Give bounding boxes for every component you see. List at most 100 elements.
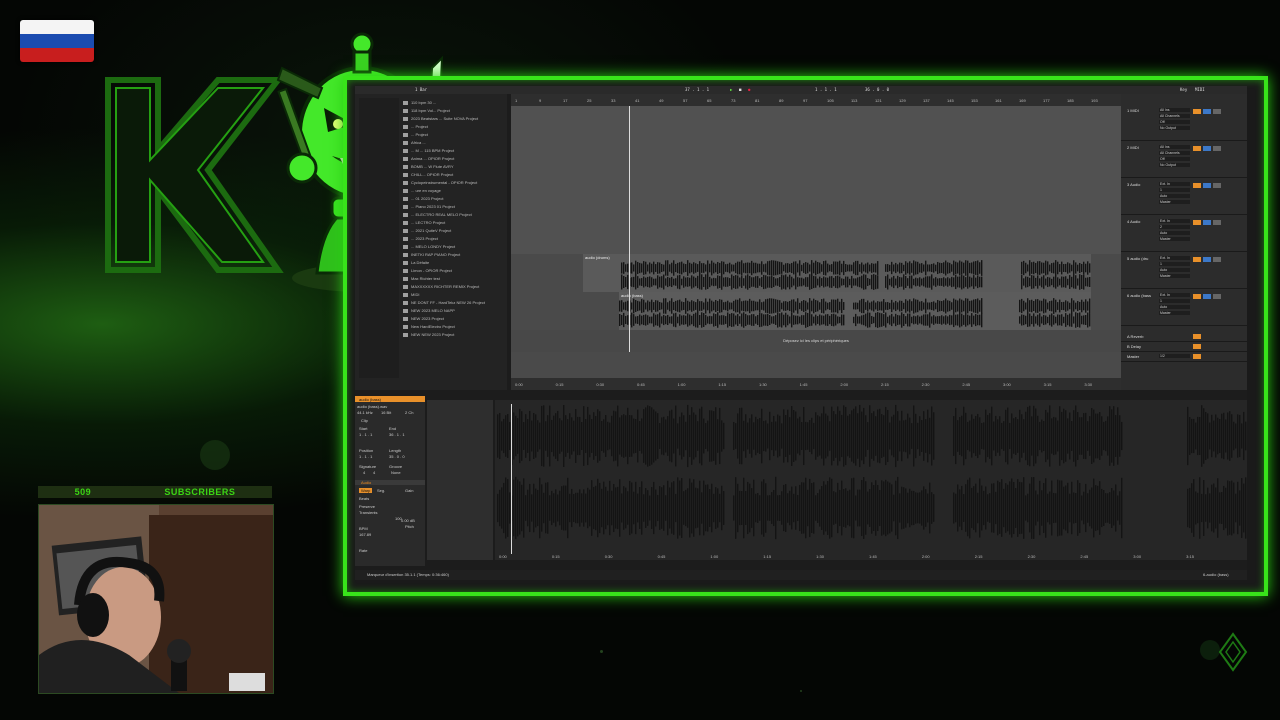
- browser-item[interactable]: 110 bpm 30 ...: [403, 100, 436, 106]
- browser-item[interactable]: ... MELO LONDY Project: [403, 244, 455, 250]
- time-ruler[interactable]: 0:00 0:15 0:30 0:45 1:00 1:15 1:30 1:45 2:00 2:15…: [511, 378, 1121, 390]
- browser-item[interactable]: ... LECTRO Project: [403, 220, 445, 226]
- browser-item[interactable]: NEW 2023 Project: [403, 316, 444, 322]
- arm-button[interactable]: [1213, 257, 1221, 262]
- warp-mode-select[interactable]: Beats: [359, 496, 369, 501]
- browser-item[interactable]: CHILL... OPIOR Project: [403, 172, 453, 178]
- return-channel-select[interactable]: 1/2: [1159, 354, 1190, 358]
- browser-item[interactable]: NEW NEW 2023 Project: [403, 332, 454, 338]
- loop-start-display[interactable]: 1 . 1 . 1: [815, 87, 837, 93]
- track-activator-button[interactable]: [1193, 109, 1201, 114]
- track-activator-button[interactable]: [1193, 220, 1201, 225]
- end-field[interactable]: 36 . 1 . 1: [389, 432, 405, 437]
- sample-editor[interactable]: 0:00 0:15 0:30 0:45 1:00 1:15 1:30 1:45 2:00 2:15…: [495, 400, 1247, 560]
- monitor-select[interactable]: Auto: [1159, 231, 1190, 235]
- groove-select[interactable]: None: [391, 470, 401, 475]
- signature-denominator[interactable]: 4: [373, 470, 375, 475]
- browser-item[interactable]: ... Project: [403, 132, 428, 138]
- track-lane-3-audio[interactable]: [511, 180, 1121, 218]
- input-type-select[interactable]: All Ins: [1159, 145, 1190, 149]
- browser-item[interactable]: La Défaite: [403, 260, 429, 266]
- midi-map-button[interactable]: MIDI: [1195, 87, 1205, 93]
- output-select[interactable]: No Output: [1159, 126, 1190, 130]
- track-activator-button[interactable]: [1193, 257, 1201, 262]
- browser-item[interactable]: 2023 Beatstars ... Suite NOVA Project: [403, 116, 478, 122]
- browser-item[interactable]: ... Project: [403, 124, 428, 130]
- monitor-select[interactable]: Off: [1159, 157, 1190, 161]
- track-lane-5-drums[interactable]: audio (drums): [511, 254, 1121, 293]
- arm-button[interactable]: [1213, 146, 1221, 151]
- return-track[interactable]: A Reverb: [1121, 332, 1247, 342]
- seg-bpm-button[interactable]: Seg.: [377, 488, 385, 493]
- track-lane-2-midi[interactable]: [511, 143, 1121, 181]
- output-select[interactable]: Master: [1159, 274, 1190, 278]
- track-activator-button[interactable]: [1193, 146, 1201, 151]
- browser-item[interactable]: Limon - OPIOR Project: [403, 268, 452, 274]
- browser-item[interactable]: ... 01 2023 Project: [403, 196, 443, 202]
- solo-button[interactable]: [1203, 109, 1211, 114]
- return-activator-button[interactable]: [1193, 354, 1201, 359]
- mixer-track[interactable]: 2 MIDI All Ins All Channels Off No Output: [1121, 143, 1247, 178]
- output-select[interactable]: Master: [1159, 237, 1190, 241]
- bar-ruler[interactable]: 1 9 17 25 33 41 49 57 65 73 81 89 97 105 113 121 129 137 1…: [511, 94, 1121, 106]
- track-activator-button[interactable]: [1193, 294, 1201, 299]
- input-channel-select[interactable]: 1: [1159, 262, 1190, 266]
- arm-button[interactable]: [1213, 183, 1221, 188]
- browser-item[interactable]: ... ELECTRO REAL MELO Project: [403, 212, 472, 218]
- mixer-track[interactable]: 5 audio (dru Ext. In 1 Auto Master: [1121, 254, 1247, 289]
- arm-button[interactable]: [1213, 220, 1221, 225]
- output-select[interactable]: Master: [1159, 311, 1190, 315]
- return-activator-button[interactable]: [1193, 334, 1201, 339]
- signature-numerator[interactable]: 4: [363, 470, 365, 475]
- mixer-track[interactable]: 6 audio (bass Ext. In 1 Auto Master: [1121, 291, 1247, 326]
- position-display[interactable]: 37 . 1 . 1: [685, 87, 709, 93]
- play-button[interactable]: ▶: [730, 87, 732, 93]
- drums-clip[interactable]: audio (drums): [583, 254, 1091, 292]
- monitor-select[interactable]: Off: [1159, 120, 1190, 124]
- solo-button[interactable]: [1203, 257, 1211, 262]
- browser-item[interactable]: ... 2021 QuiteV Project: [403, 228, 451, 234]
- percent-field[interactable]: 100: [395, 516, 402, 521]
- input-channel-select[interactable]: All Channels: [1159, 114, 1190, 118]
- solo-button[interactable]: [1203, 146, 1211, 151]
- track-lane-6-bass[interactable]: audio (bass): [511, 292, 1121, 331]
- output-select[interactable]: Master: [1159, 200, 1190, 204]
- mixer-track[interactable]: 3 Audio Ext. In 1 Auto Master: [1121, 180, 1247, 215]
- input-type-select[interactable]: Ext. In: [1159, 219, 1190, 223]
- output-select[interactable]: No Output: [1159, 163, 1190, 167]
- solo-button[interactable]: [1203, 183, 1211, 188]
- browser-item[interactable]: ... Piano 2023 01 Project: [403, 204, 455, 210]
- arm-button[interactable]: [1213, 109, 1221, 114]
- record-button[interactable]: ●: [748, 87, 750, 93]
- gain-value[interactable]: 0.00 dB: [401, 518, 415, 523]
- monitor-select[interactable]: Auto: [1159, 305, 1190, 309]
- browser-item[interactable]: ... 2023 Project: [403, 236, 438, 242]
- browser-item[interactable]: Anima ... OPIOR Project: [403, 156, 454, 162]
- browser-item[interactable]: New HardElectro Project: [403, 324, 455, 330]
- warp-button[interactable]: Warp: [359, 488, 373, 493]
- input-type-select[interactable]: Ext. In: [1159, 256, 1190, 260]
- browser-item[interactable]: ... M ... 115 BPM Project: [403, 148, 454, 154]
- loop-length-display[interactable]: 36 . 0 . 0: [865, 87, 889, 93]
- mixer-track[interactable]: 4 Audio Ext. In 2 Auto Master: [1121, 217, 1247, 252]
- position-field[interactable]: 1 . 1 . 1: [359, 454, 372, 459]
- bpm-field[interactable]: 167.89: [359, 532, 371, 537]
- drop-zone[interactable]: Déposez ici les clips et périphériques: [511, 330, 1121, 352]
- track-activator-button[interactable]: [1193, 183, 1201, 188]
- tempo-field[interactable]: 1 Bar: [415, 87, 427, 93]
- key-map-button[interactable]: Key: [1180, 87, 1187, 93]
- browser-item[interactable]: MAXXXXXX RICHTER REMIX Project: [403, 284, 479, 290]
- arm-button[interactable]: [1213, 294, 1221, 299]
- bass-clip[interactable]: audio (bass): [619, 292, 1091, 330]
- solo-button[interactable]: [1203, 294, 1211, 299]
- length-field[interactable]: 35 . 0 . 0: [389, 454, 405, 459]
- return-track[interactable]: Master 1/2: [1121, 352, 1247, 362]
- preserve-select[interactable]: Transients: [359, 510, 378, 515]
- browser-item[interactable]: Max Richter test: [403, 276, 440, 282]
- browser-item[interactable]: ... ure en voyage: [403, 188, 441, 194]
- input-channel-select[interactable]: All Channels: [1159, 151, 1190, 155]
- start-field[interactable]: 1 . 1 . 1: [359, 432, 372, 437]
- browser-item[interactable]: 118 bpm Vol... Project: [403, 108, 450, 114]
- browser-item[interactable]: Africa ...: [403, 140, 426, 146]
- track-lane-1-midi[interactable]: [511, 106, 1121, 144]
